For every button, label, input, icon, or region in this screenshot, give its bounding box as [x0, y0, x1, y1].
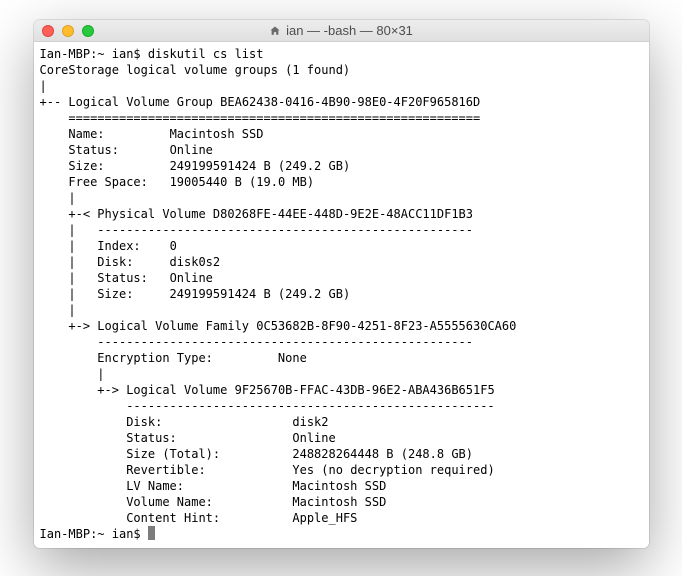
cursor-icon: [148, 526, 155, 540]
lv-hint-label: Content Hint:: [126, 511, 220, 525]
lvf-sep: ----------------------------------------…: [97, 335, 473, 349]
lvg-size: 249199591424 B (249.2 GB): [170, 159, 351, 173]
lvg-uuid: BEA62438-0416-4B90-98E0-4F20F965816D: [220, 95, 480, 109]
lvg-label: Logical Volume Group: [68, 95, 213, 109]
window-title: ian — -bash — 80×31: [34, 23, 649, 38]
close-icon[interactable]: [42, 25, 54, 37]
pv-size: 249199591424 B (249.2 GB): [170, 287, 351, 301]
terminal-content[interactable]: Ian-MBP:~ ian$ diskutil cs list CoreStor…: [34, 42, 649, 548]
lvg-name-label: Name:: [68, 127, 104, 141]
traffic-lights: [42, 25, 94, 37]
lvg-name: Macintosh SSD: [170, 127, 264, 141]
lv-size-label: Size (Total):: [126, 447, 220, 461]
titlebar[interactable]: ian — -bash — 80×31: [34, 20, 649, 42]
lv-sep: ----------------------------------------…: [126, 399, 494, 413]
lv-disk: disk2: [292, 415, 328, 429]
lv-status: Online: [292, 431, 335, 445]
lv-uuid: 9F25670B-FFAC-43DB-96E2-ABA436B651F5: [235, 383, 495, 397]
lv-disk-label: Disk:: [126, 415, 162, 429]
command-text: diskutil cs list: [148, 47, 264, 61]
lv-rev-label: Revertible:: [126, 463, 205, 477]
terminal-window: ian — -bash — 80×31 Ian-MBP:~ ian$ disku…: [34, 20, 649, 548]
lvg-free-label: Free Space:: [68, 175, 147, 189]
pv-size-label: Size:: [97, 287, 133, 301]
pv-label: Physical Volume: [97, 207, 205, 221]
lv-status-label: Status:: [126, 431, 177, 445]
pv-disk-label: Disk:: [97, 255, 133, 269]
lvf-uuid: 0C53682B-8F90-4251-8F23-A5555630CA60: [256, 319, 516, 333]
home-icon: [269, 25, 281, 37]
lvf-enc-label: Encryption Type:: [97, 351, 213, 365]
pv-sep: ----------------------------------------…: [97, 223, 473, 237]
lvg-sep: ========================================…: [68, 111, 480, 125]
lvf-enc: None: [278, 351, 307, 365]
lv-volname-label: Volume Name:: [126, 495, 213, 509]
window-title-text: ian — -bash — 80×31: [286, 23, 413, 38]
pv-uuid: D80268FE-44EE-448D-9E2E-48ACC11DF1B3: [213, 207, 473, 221]
lvf-label: Logical Volume Family: [97, 319, 249, 333]
lv-lvname: Macintosh SSD: [292, 479, 386, 493]
pv-index-label: Index:: [97, 239, 140, 253]
lvg-status-label: Status:: [68, 143, 119, 157]
lv-size: 248828264448 B (248.8 GB): [292, 447, 473, 461]
lvg-status: Online: [170, 143, 213, 157]
pv-index: 0: [170, 239, 177, 253]
prompt-host: Ian-MBP:~ ian$: [40, 47, 148, 61]
pv-status: Online: [170, 271, 213, 285]
lvg-size-label: Size:: [68, 159, 104, 173]
lv-rev: Yes (no decryption required): [292, 463, 494, 477]
lv-lvname-label: LV Name:: [126, 479, 184, 493]
lvg-free: 19005440 B (19.0 MB): [170, 175, 315, 189]
lv-label: Logical Volume: [126, 383, 227, 397]
output-header: CoreStorage logical volume groups (1 fou…: [40, 63, 351, 77]
prompt2-host: Ian-MBP:~ ian$: [40, 527, 148, 541]
minimize-icon[interactable]: [62, 25, 74, 37]
lv-volname: Macintosh SSD: [292, 495, 386, 509]
maximize-icon[interactable]: [82, 25, 94, 37]
pv-disk: disk0s2: [170, 255, 221, 269]
lv-hint: Apple_HFS: [292, 511, 357, 525]
pv-status-label: Status:: [97, 271, 148, 285]
